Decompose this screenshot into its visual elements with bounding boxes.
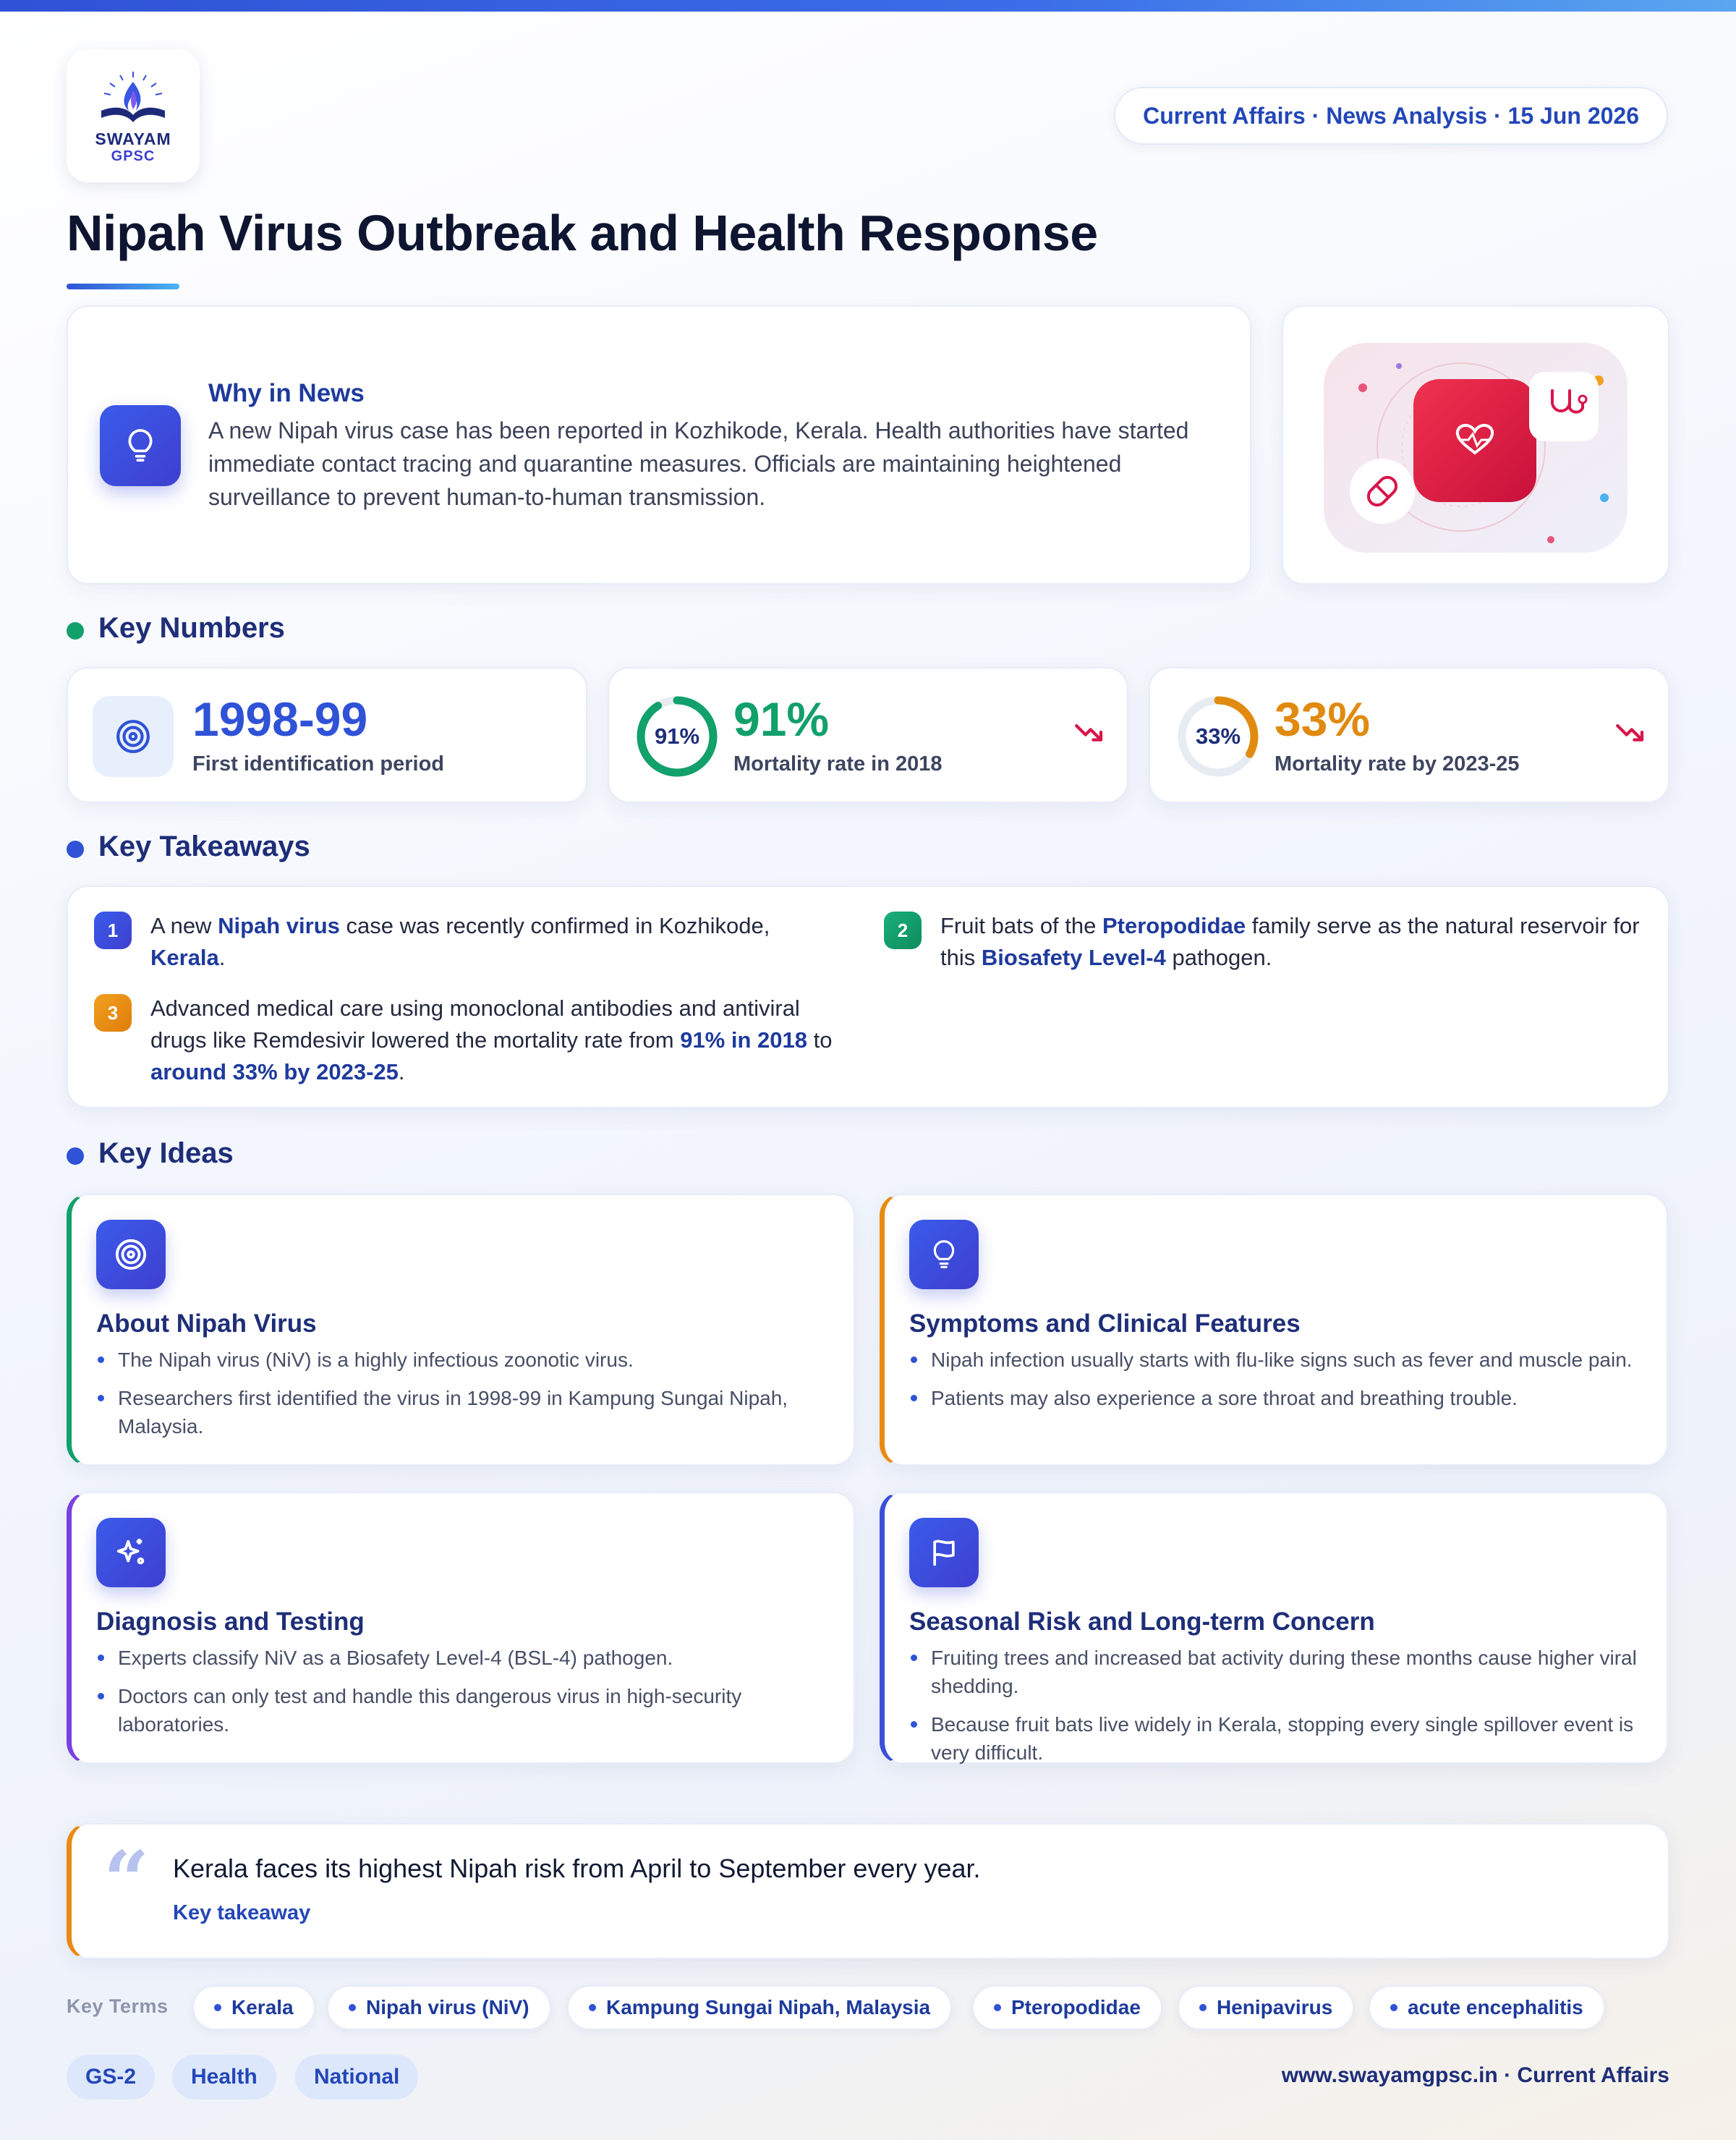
tag-health[interactable]: Health <box>172 2055 276 2099</box>
section-dot <box>67 622 84 640</box>
ring-label: 91% <box>655 723 699 749</box>
stat-value: 91% <box>733 692 830 746</box>
brand-logo[interactable]: SWAYAM GPSC <box>67 49 200 182</box>
key-term-chip[interactable]: Kampung Sungai Nipah, Malaysia <box>567 1985 953 2030</box>
list-item: The Nipah virus (NiV) is a highly infect… <box>96 1346 827 1374</box>
list-item: Nipah infection usually starts with flu-… <box>909 1346 1640 1374</box>
idea-points: Fruiting trees and increased bat activit… <box>909 1644 1640 1777</box>
book-flame-icon <box>101 71 165 122</box>
idea-title: About Nipah Virus <box>96 1309 317 1338</box>
idea-title: Seasonal Risk and Long-term Concern <box>909 1608 1375 1636</box>
list-item: Patients may also experience a sore thro… <box>909 1384 1640 1412</box>
list-item: Researchers first identified the virus i… <box>96 1384 827 1440</box>
list-item: Experts classify NiV as a Biosafety Leve… <box>96 1644 827 1672</box>
stat-card-mortality-2023: 33% 33% Mortality rate by 2023-25 <box>1149 667 1669 803</box>
why-in-news-heading: Why in News <box>208 379 365 407</box>
quote-text: Kerala faces its highest Nipah risk from… <box>173 1854 981 1883</box>
section-title-key-ideas: Key Ideas <box>98 1137 234 1169</box>
stat-card-mortality-2018: 91% 91% Mortality rate in 2018 <box>608 667 1128 803</box>
list-item: Because fruit bats live widely in Kerala… <box>909 1710 1640 1767</box>
section-dot <box>67 841 84 858</box>
brand-subname: GPSC <box>111 148 156 164</box>
takeaway-number-badge: 2 <box>884 912 922 949</box>
section-dot <box>67 1147 84 1165</box>
why-in-news-card: Why in News A new Nipah virus case has b… <box>67 305 1251 585</box>
idea-card-symptoms: Symptoms and Clinical Features Nipah inf… <box>880 1194 1668 1466</box>
page-title: Nipah Virus Outbreak and Health Response <box>67 205 1098 261</box>
stat-value: 1998-99 <box>192 692 368 746</box>
takeaways-card: 1 A new Nipah virus case was recently co… <box>67 886 1669 1108</box>
stat-label: Mortality rate by 2023-25 <box>1275 752 1520 776</box>
takeaway-number-badge: 3 <box>94 994 132 1032</box>
lightbulb-icon <box>100 405 181 486</box>
meta-pill: Current Affairs · News Analysis · 15 Jun… <box>1114 87 1668 145</box>
health-illustration <box>1282 305 1669 585</box>
progress-ring: 91% <box>637 696 718 777</box>
stat-label: First identification period <box>192 752 445 776</box>
idea-title: Diagnosis and Testing <box>96 1608 365 1636</box>
key-terms-label: Key Terms <box>67 1995 169 2017</box>
ring-label: 33% <box>1196 723 1241 749</box>
list-item: Doctors can only test and handle this da… <box>96 1682 827 1738</box>
tag-gs2[interactable]: GS-2 <box>67 2055 156 2099</box>
sparkles-icon <box>96 1518 166 1587</box>
top-accent-bar <box>0 0 1736 12</box>
quote-caption: Key takeaway <box>173 1901 311 1924</box>
flag-icon <box>909 1518 979 1587</box>
target-icon <box>96 1220 166 1289</box>
takeaway-item: A new Nipah virus case was recently conf… <box>150 913 770 970</box>
medical-kit-illustration <box>1324 343 1628 553</box>
section-title-key-takeaways: Key Takeaways <box>98 831 310 862</box>
brand-name: SWAYAM <box>95 129 171 148</box>
quote-mark-icon: “ <box>103 1833 150 1927</box>
trend-down-icon <box>1616 723 1644 742</box>
key-term-chip[interactable]: Nipah virus (NiV) <box>327 1985 551 2030</box>
key-term-chip[interactable]: Pteropodidae <box>972 1985 1162 2030</box>
lightbulb-icon <box>909 1220 979 1289</box>
key-term-chip[interactable]: acute encephalitis <box>1369 1985 1605 2030</box>
idea-points: The Nipah virus (NiV) is a highly infect… <box>96 1346 827 1451</box>
quote-card: “ Kerala faces its highest Nipah risk fr… <box>67 1823 1669 1959</box>
key-term-chip[interactable]: Henipavirus <box>1178 1985 1355 2030</box>
stat-value: 33% <box>1275 692 1371 746</box>
footer-link[interactable]: www.swayamgpsc.in · Current Affairs <box>1282 2063 1669 2088</box>
idea-title: Symptoms and Clinical Features <box>909 1309 1301 1338</box>
idea-card-seasonal-risk: Seasonal Risk and Long-term Concern Frui… <box>880 1492 1668 1764</box>
list-item: Fruiting trees and increased bat activit… <box>909 1644 1640 1700</box>
tag-national[interactable]: National <box>295 2055 419 2099</box>
target-icon <box>93 696 174 777</box>
idea-card-diagnosis: Diagnosis and Testing Experts classify N… <box>67 1492 855 1764</box>
idea-points: Nipah infection usually starts with flu-… <box>909 1346 1640 1422</box>
title-underline <box>67 284 179 289</box>
takeaway-item: Fruit bats of the Pteropodidae family se… <box>940 913 1640 970</box>
stat-label: Mortality rate in 2018 <box>733 752 943 776</box>
section-title-key-numbers: Key Numbers <box>98 612 285 644</box>
why-in-news-text: A new Nipah virus case has been reported… <box>208 417 1189 510</box>
takeaway-number-badge: 1 <box>94 912 132 949</box>
trend-down-icon <box>1075 723 1103 742</box>
stat-card-identification: 1998-99 First identification period <box>67 667 587 803</box>
takeaway-item: Advanced medical care using monoclonal a… <box>150 995 833 1084</box>
idea-points: Experts classify NiV as a Biosafety Leve… <box>96 1644 827 1749</box>
idea-card-about-nipah: About Nipah Virus The Nipah virus (NiV) … <box>67 1194 855 1466</box>
key-term-chip[interactable]: Kerala <box>192 1985 315 2030</box>
progress-ring: 33% <box>1178 696 1259 777</box>
